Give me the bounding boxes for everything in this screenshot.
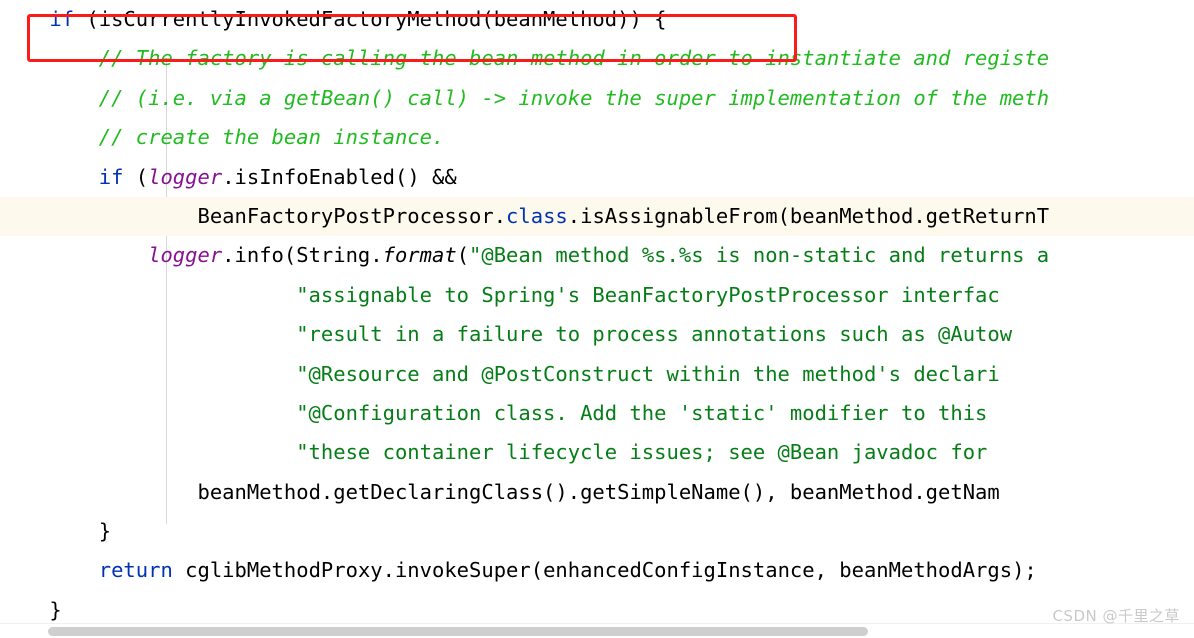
code-token-kw: class	[506, 203, 568, 228]
code-token-kw: return	[98, 558, 173, 583]
code-token-kw: if	[49, 7, 75, 31]
code-line[interactable]: if (isCurrentlyInvokedFactoryMethod(bean…	[0, 0, 1194, 39]
code-line[interactable]: "these container lifecycle issues; see @…	[0, 433, 1194, 472]
code-token-str: "result in a failure to process annotati…	[296, 322, 1013, 347]
code-token-plain: (	[456, 243, 470, 268]
code-line[interactable]: "assignable to Spring's BeanFactoryPostP…	[0, 276, 1194, 315]
code-token-str: "@Configuration class. Add the 'static' …	[296, 400, 1000, 425]
code-line[interactable]: // The factory is calling the bean metho…	[0, 39, 1194, 78]
code-editor[interactable]: if (isCurrentlyInvokedFactoryMethod(bean…	[0, 0, 1194, 638]
code-token-plain: }	[98, 519, 112, 544]
code-token-str: "@Resource and @PostConstruct within the…	[296, 361, 1000, 386]
code-token-plain: .isInfoEnabled() &&	[222, 164, 457, 189]
code-token-plain: .isAssignableFrom(beanMethod.getReturnT	[567, 203, 1050, 228]
code-token-kw: if	[98, 164, 124, 189]
code-line[interactable]: }	[0, 512, 1194, 551]
code-token-str: "assignable to Spring's BeanFactoryPostP…	[296, 282, 1000, 307]
horizontal-scrollbar-track[interactable]	[0, 623, 1194, 638]
code-token-fld: logger	[148, 243, 223, 268]
code-line[interactable]: if (logger.isInfoEnabled() &&	[0, 158, 1194, 197]
code-line[interactable]: // (i.e. via a getBean() call) -> invoke…	[0, 79, 1194, 118]
code-token-plain: (	[123, 164, 149, 189]
code-token-stat: format	[382, 243, 457, 268]
code-token-cmt: // create the bean instance.	[98, 125, 445, 150]
code-token-plain: (isCurrentlyInvokedFactoryMethod(beanMet…	[74, 7, 667, 31]
code-token-cmt: // The factory is calling the bean metho…	[98, 46, 1050, 71]
code-line[interactable]: // create the bean instance.	[0, 118, 1194, 157]
code-line[interactable]: "@Configuration class. Add the 'static' …	[0, 394, 1194, 433]
code-line[interactable]: BeanFactoryPostProcessor.class.isAssigna…	[0, 196, 1194, 237]
code-token-plain: cglibMethodProxy.invokeSuper(enhancedCon…	[172, 558, 1037, 583]
code-line[interactable]: "@Resource and @PostConstruct within the…	[0, 355, 1194, 394]
code-line[interactable]: "result in a failure to process annotati…	[0, 315, 1194, 354]
code-token-fld: logger	[148, 164, 223, 189]
code-token-cmt: // (i.e. via a getBean() call) -> invoke…	[98, 85, 1050, 110]
code-line[interactable]: logger.info(String.format("@Bean method …	[0, 236, 1194, 275]
code-token-plain: BeanFactoryPostProcessor.	[197, 203, 507, 228]
code-lines-container[interactable]: if (isCurrentlyInvokedFactoryMethod(bean…	[0, 0, 1194, 630]
code-token-plain: beanMethod.getDeclaringClass().getSimple…	[197, 479, 1000, 504]
csdn-watermark: CSDN @千里之草	[1052, 607, 1180, 625]
code-line[interactable]: return cglibMethodProxy.invokeSuper(enha…	[0, 551, 1194, 590]
horizontal-scrollbar-thumb[interactable]	[48, 627, 868, 636]
code-token-str: "@Bean method %s.%s is non-static and re…	[469, 243, 1050, 268]
code-token-str: "these container lifecycle issues; see @…	[296, 440, 1000, 465]
code-line[interactable]: beanMethod.getDeclaringClass().getSimple…	[0, 473, 1194, 512]
code-token-plain: .info(String.	[222, 243, 383, 268]
